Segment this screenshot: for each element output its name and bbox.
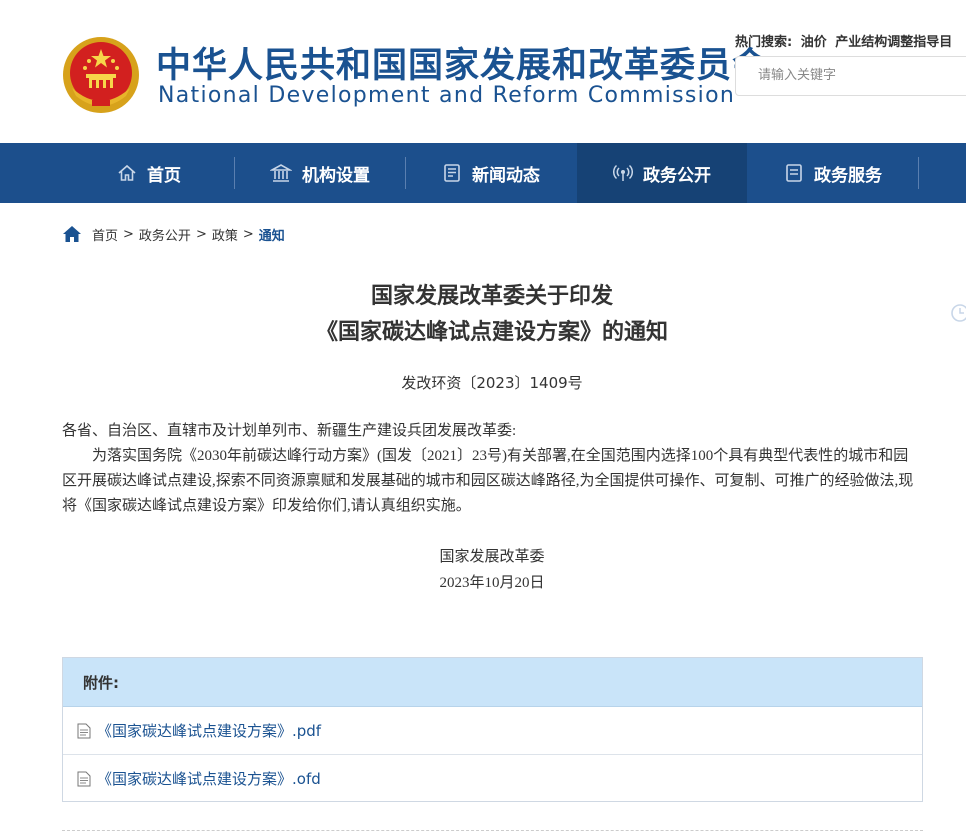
nav-item-organization[interactable]: 机构设置 (235, 143, 405, 203)
breadcrumb-policy[interactable]: 政策 (212, 225, 238, 244)
nav-item-label: 首页 (147, 165, 181, 186)
hot-keyword[interactable]: 产业结构调整指导目 (835, 35, 952, 50)
home-icon (118, 164, 136, 181)
attachment-link-pdf[interactable]: 《国家碳达峰试点建设方案》.pdf (63, 707, 922, 755)
attachment-name[interactable]: 《国家碳达峰试点建设方案》.ofd (97, 768, 321, 789)
search-box[interactable] (735, 56, 966, 96)
document-number: 发改环资〔2023〕1409号 (401, 374, 583, 392)
breadcrumb-current[interactable]: 通知 (259, 225, 285, 244)
nav-item-home[interactable]: 首页 (64, 143, 234, 203)
attachment-link-ofd[interactable]: 《国家碳达峰试点建设方案》.ofd (63, 755, 922, 802)
breadcrumb: 首页 > 政务公开 > 政策 > 通知 (62, 224, 285, 244)
file-icon (77, 771, 91, 786)
breadcrumb-separator: > (195, 226, 207, 242)
nav-item-label: 政务服务 (814, 165, 882, 186)
site-title-en[interactable]: National Development and Reform Commissi… (158, 83, 735, 109)
clock-icon[interactable] (950, 303, 966, 323)
signer: 国家发展改革委 (439, 549, 545, 565)
attachments-panel: 附件: 《国家碳达峰试点建设方案》.pdf 《国家碳达峰试点建设方案》.ofd (62, 657, 923, 802)
site-header: 中华人民共和国国家发展和改革委员会 National Development a… (0, 0, 966, 143)
breadcrumb-separator: > (242, 226, 254, 242)
divider (62, 830, 923, 831)
breadcrumb-government-affairs[interactable]: 政务公开 (139, 225, 191, 244)
breadcrumb-home[interactable]: 首页 (92, 225, 118, 244)
site-title-zh[interactable]: 中华人民共和国国家发展和改革委员会 (156, 44, 768, 88)
file-icon (77, 723, 91, 738)
news-icon (444, 164, 460, 182)
document-icon (786, 164, 802, 182)
nav-item-news[interactable]: 新闻动态 (406, 143, 576, 203)
home-icon[interactable] (62, 225, 82, 243)
nav-item-label: 机构设置 (302, 165, 370, 186)
broadcast-icon (613, 164, 633, 181)
hot-search-label: 热门搜索: (735, 35, 793, 50)
article-title-line1: 国家发展改革委关于印发 (370, 284, 613, 309)
building-icon (270, 164, 292, 182)
hot-keyword[interactable]: 油价 (801, 35, 827, 50)
issue-date: 2023年10月20日 (439, 575, 545, 591)
nav-item-label: 新闻动态 (472, 165, 540, 186)
search-input[interactable] (756, 67, 960, 84)
breadcrumb-separator: > (123, 226, 134, 242)
article-paragraph: 为落实国务院《2030年前碳达峰行动方案》(国发〔2021〕23号)有关部署,在… (62, 448, 914, 514)
article-title-line2: 《国家碳达峰试点建设方案》的通知 (315, 320, 668, 345)
nav-item-label: 政务公开 (643, 165, 711, 186)
attachment-name[interactable]: 《国家碳达峰试点建设方案》.pdf (97, 720, 321, 741)
hot-search: 热门搜索: 油价 产业结构调整指导目 (735, 31, 952, 50)
attachments-heading: 附件: (63, 658, 922, 707)
national-emblem-icon[interactable] (62, 36, 140, 114)
nav-item-government-affairs[interactable]: 政务公开 (577, 143, 747, 203)
nav-divider (918, 157, 919, 189)
nav-item-services[interactable]: 政务服务 (748, 143, 918, 203)
main-nav: 首页 机构设置 新闻动态 政务公开 政务服务 (0, 143, 966, 322)
salutation: 各省、自治区、直辖市及计划单列市、新疆生产建设兵团发展改革委: (62, 423, 517, 439)
